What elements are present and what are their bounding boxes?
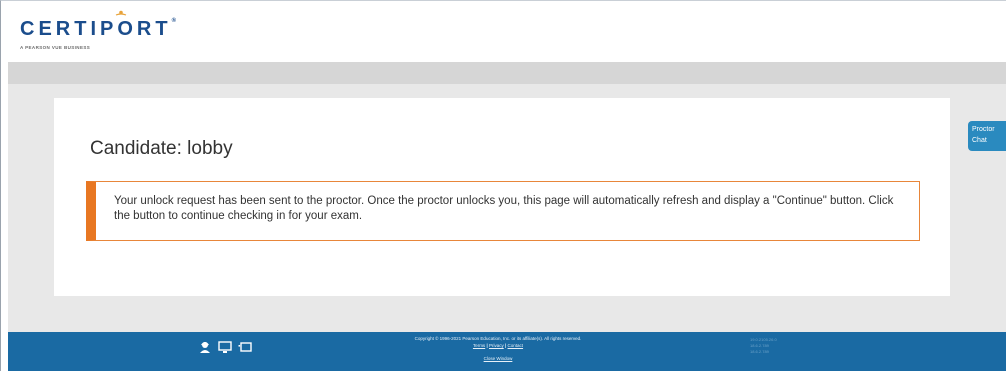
site-footer: Copyright © 1996-2021 Pearson Education,…: [8, 332, 1006, 371]
logo-wordmark: CERTIPORT®: [20, 10, 180, 41]
computer-icon[interactable]: [218, 340, 232, 354]
link-separator: |: [486, 343, 488, 348]
proctor-chat-button[interactable]: Proctor Chat: [968, 121, 1006, 151]
logo-trademark: ®: [171, 18, 180, 24]
link-separator: |: [505, 343, 507, 348]
footer-icon-group: [198, 340, 252, 354]
close-window-link[interactable]: Close Window: [368, 354, 628, 363]
page-title: Candidate: lobby: [90, 138, 233, 159]
proctor-chat-label-line2: Chat: [972, 137, 987, 144]
version-info: 19.0.2105.26.0 18.6.2.789 18.6.2.789: [750, 337, 777, 355]
content-card: Candidate: lobby Your unlock request has…: [54, 98, 950, 296]
unlock-notice: Your unlock request has been sent to the…: [86, 181, 920, 241]
notice-text: Your unlock request has been sent to the…: [114, 195, 894, 222]
terms-link[interactable]: Terms: [473, 343, 485, 348]
certiport-logo[interactable]: CERTIPORT® A PEARSON VUE BUSINESS: [20, 10, 180, 50]
main-area: Candidate: lobby Your unlock request has…: [8, 84, 1006, 332]
header-band: [8, 62, 1006, 84]
privacy-link[interactable]: Privacy: [489, 343, 504, 348]
version-line: 18.6.2.789: [750, 349, 769, 354]
contact-link[interactable]: Contact: [508, 343, 524, 348]
logo-tagline: A PEARSON VUE BUSINESS: [20, 45, 91, 50]
logo-text: CERTIPORT: [20, 18, 172, 40]
logo-figure-icon: [115, 10, 127, 16]
footer-legal: Copyright © 1996-2021 Pearson Education,…: [368, 335, 628, 363]
proctor-chat-label-line1: Proctor: [972, 126, 995, 133]
user-headset-icon[interactable]: [198, 340, 212, 354]
copyright-text: Copyright © 1996-2021 Pearson Education,…: [414, 336, 582, 341]
site-header: CERTIPORT® A PEARSON VUE BUSINESS: [8, 6, 1006, 62]
window-icon[interactable]: [238, 340, 252, 354]
footer-links: Terms | Privacy | Contact: [368, 342, 628, 350]
